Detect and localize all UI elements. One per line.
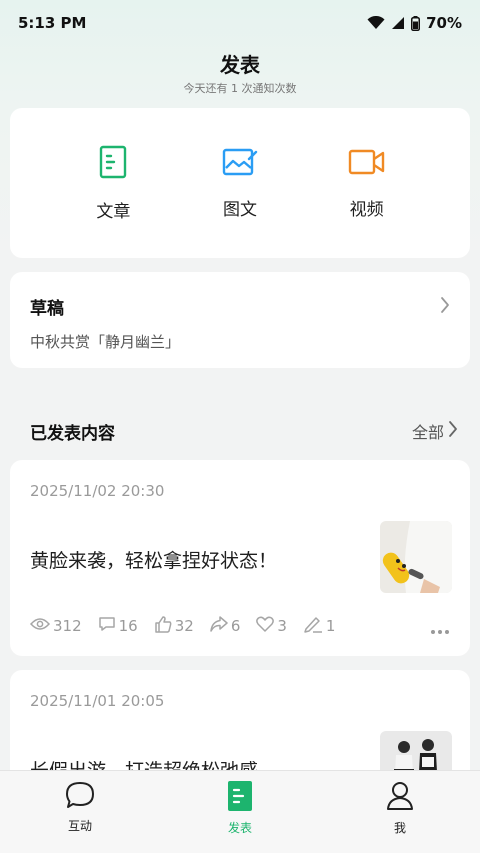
publish-image-text-label: 图文: [222, 199, 257, 220]
comments-stat: 16: [98, 616, 138, 636]
article-icon: [99, 145, 127, 183]
publish-card: 文章 图文 视频: [10, 108, 470, 258]
likes-stat: 32: [154, 615, 194, 637]
video-icon: [348, 147, 386, 181]
shares-stat: 6: [210, 616, 241, 636]
comments-count: 16: [118, 617, 138, 635]
chevron-right-icon: [440, 296, 450, 318]
post-stats: 312 16 32 6 3 1: [29, 615, 336, 637]
person-icon: [386, 781, 414, 814]
edits-count: 1: [325, 617, 336, 635]
tab-publish[interactable]: 发表: [190, 781, 290, 836]
published-section-title: 已发表内容: [30, 423, 115, 444]
thumbs-up-icon: [154, 615, 172, 637]
tab-interaction-label: 互动: [67, 819, 92, 833]
tab-me[interactable]: 我: [350, 781, 450, 836]
status-bar: 5:13 PM 70%: [0, 0, 480, 46]
view-all-label: 全部: [411, 423, 444, 442]
battery-icon: [411, 15, 421, 31]
post-date: 2025/11/02 20:30: [30, 482, 165, 500]
publish-doc-icon: [228, 781, 252, 814]
wifi-icon: [367, 16, 385, 30]
post-title: 黄脸来袭，轻松拿捏好状态！: [30, 550, 278, 572]
views-count: 312: [53, 617, 82, 635]
tab-publish-label: 发表: [227, 821, 252, 835]
publish-video-label: 视频: [349, 199, 384, 220]
chat-bubble-icon: [65, 781, 95, 812]
status-icons: 70%: [367, 14, 462, 32]
publish-video-button[interactable]: 视频: [322, 147, 412, 220]
draft-subtitle: 中秋共赏「静月幽兰」: [30, 333, 181, 351]
publish-image-text-button[interactable]: 图文: [195, 147, 285, 220]
page-header: 发表 今天还有 1 次通知次数: [0, 50, 480, 96]
chevron-right-icon: [448, 420, 458, 442]
edits-stat: 1: [303, 615, 336, 637]
post-card[interactable]: 2025/11/02 20:30 黄脸来袭，轻松拿捏好状态！ 312 16 32…: [10, 460, 470, 656]
shares-count: 6: [230, 617, 241, 635]
views-stat: 312: [29, 617, 82, 635]
tab-me-label: 我: [393, 821, 406, 835]
heart-icon: [256, 616, 275, 636]
comment-icon: [98, 616, 116, 636]
draft-card[interactable]: 草稿 中秋共赏「静月幽兰」: [10, 272, 470, 368]
signal-icon: [391, 16, 405, 30]
image-text-icon: [222, 147, 258, 181]
publish-article-button[interactable]: 文章: [68, 145, 158, 222]
eye-icon: [29, 617, 51, 635]
status-time: 5:13 PM: [18, 14, 87, 32]
tab-interaction[interactable]: 互动: [30, 781, 130, 834]
more-options-icon[interactable]: [430, 620, 450, 639]
draft-title: 草稿: [30, 299, 64, 319]
page-title: 发表: [220, 53, 260, 77]
published-section-header: 已发表内容 全部: [30, 418, 458, 444]
post-thumbnail: [380, 521, 452, 593]
favorites-stat: 3: [256, 616, 287, 636]
favorites-count: 3: [277, 617, 287, 635]
view-all-button[interactable]: 全部: [412, 419, 458, 443]
publish-article-label: 文章: [96, 201, 131, 222]
battery-level: 70%: [426, 14, 462, 32]
notification-quota: 今天还有 1 次通知次数: [183, 82, 297, 95]
post-date: 2025/11/01 20:05: [30, 692, 165, 710]
bottom-tab-bar: 互动 发表 我: [0, 770, 480, 853]
share-icon: [210, 616, 228, 636]
pencil-icon: [303, 615, 323, 637]
likes-count: 32: [174, 617, 194, 635]
